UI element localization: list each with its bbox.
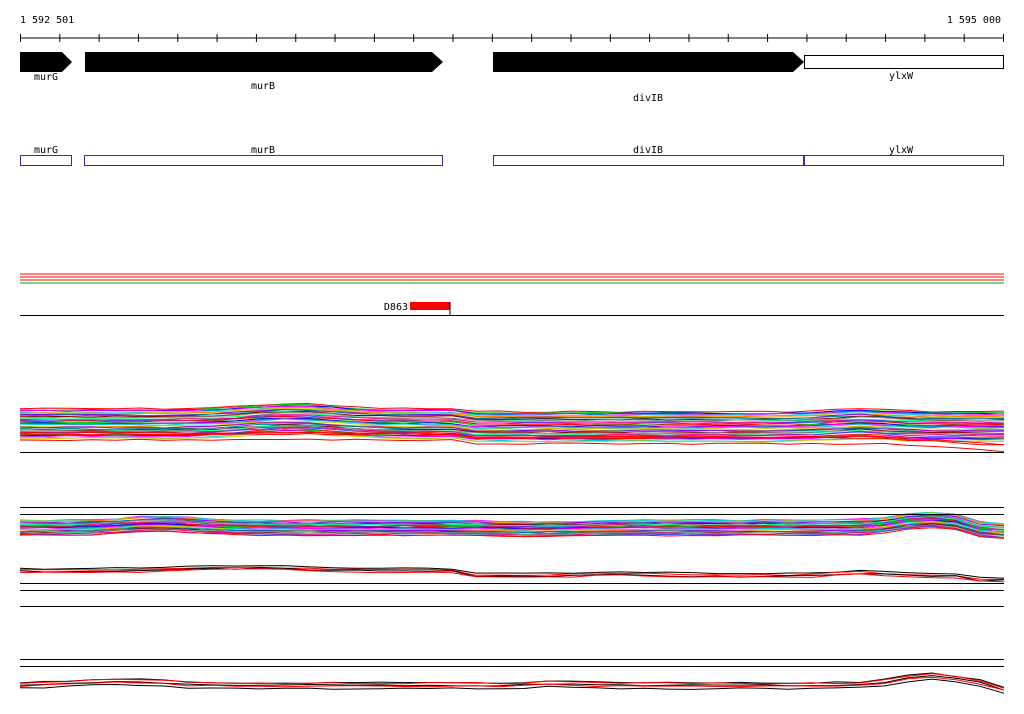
- feature-label: D863: [384, 302, 408, 313]
- expression-track-2: [19, 511, 1005, 539]
- coordinate-ruler: 1 592 501 1 595 000: [20, 15, 1004, 42]
- gene-arrow-murb[interactable]: murB: [85, 52, 443, 92]
- gene-arrow-divib[interactable]: divIB: [493, 52, 804, 104]
- gene-box-divib-rect: [493, 155, 804, 166]
- gene-box-divib[interactable]: divIB: [493, 145, 804, 166]
- ruler-end-label: 1 595 000: [947, 15, 1001, 26]
- gene-box-murb-rect: [84, 155, 443, 166]
- feature-bar[interactable]: [410, 302, 450, 310]
- gene-box-label-murb: murB: [251, 145, 275, 156]
- gene-label-ylxw: ylxW: [889, 71, 914, 82]
- gene-label-divib: divIB: [633, 93, 663, 104]
- expression-track-3: [19, 565, 1005, 583]
- flat-signal-track: [20, 273, 1004, 284]
- gene-arrow-murg-shape: [20, 52, 72, 72]
- gene-arrow-ylxw[interactable]: ylxW: [804, 55, 1004, 83]
- gene-label-murb: murB: [251, 81, 275, 92]
- gene-box-ylxw-rect: [804, 155, 1004, 166]
- feature-track: D863: [20, 302, 1004, 316]
- expression-track-1: [19, 402, 1005, 453]
- gene-box-ylxw[interactable]: ylxW: [804, 145, 1004, 166]
- track-separators: [20, 452, 1004, 667]
- gene-arrow-divib-shape: [493, 52, 804, 72]
- gene-arrow-track: murG murB divIB ylxW: [20, 52, 1004, 104]
- expression-track-4: [19, 672, 1005, 694]
- gene-box-label-murg: murG: [34, 145, 58, 156]
- gene-arrow-murb-shape: [85, 52, 443, 72]
- gene-box-murg[interactable]: murG: [20, 145, 72, 166]
- gene-arrow-murg[interactable]: murG: [20, 52, 72, 83]
- ruler-start-label: 1 592 501: [20, 15, 74, 26]
- gene-box-murb[interactable]: murB: [84, 145, 443, 166]
- gene-label-murg: murG: [34, 72, 58, 83]
- gene-arrow-ylxw-shape: [804, 55, 1004, 69]
- gene-box-track: murG murB divIB ylxW: [20, 145, 1004, 166]
- gene-box-label-divib: divIB: [633, 145, 663, 156]
- gene-box-murg-rect: [20, 155, 72, 166]
- gene-box-label-ylxw: ylxW: [889, 145, 914, 156]
- genome-browser-canvas: 1 592 501 1 595 000 murG murB divIB ylxW…: [19, 15, 1005, 694]
